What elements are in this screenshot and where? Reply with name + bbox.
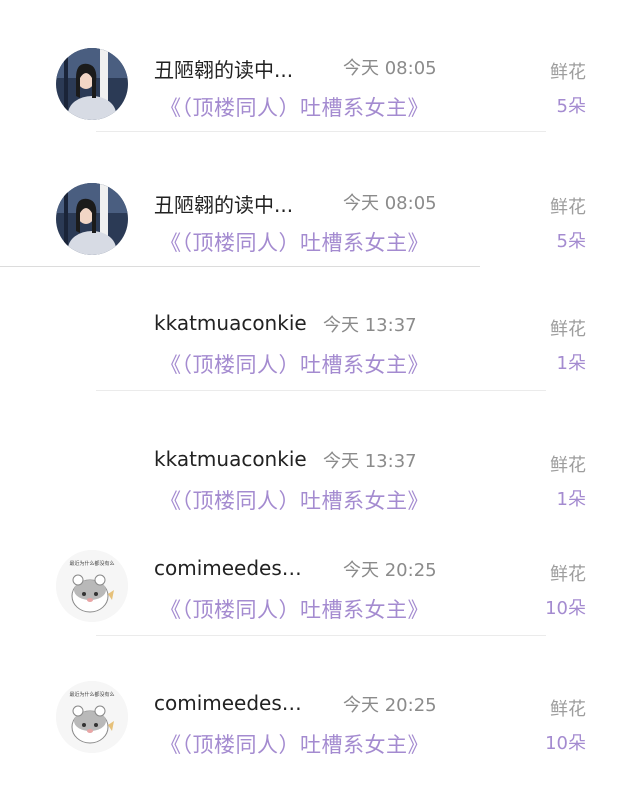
gift-type-label: 鲜花 [550, 62, 586, 83]
gift-type-label: 鲜花 [550, 699, 586, 720]
user-avatar[interactable]: 最近为什么都没有么 [56, 681, 128, 753]
hamster-caption: 最近为什么都没有么 [69, 691, 114, 698]
user-name[interactable]: 丑陋翱的读中... [154, 189, 293, 218]
girl-photo-avatar-image [56, 183, 128, 255]
timestamp: 今天 08:05 [343, 58, 437, 79]
flower-record-item[interactable]: 丑陋翱的读中... 今天 08:05 《（顶楼同人）吐槽系女主》 鲜花 5朵 [0, 40, 640, 160]
timestamp: 今天 20:25 [343, 560, 437, 581]
divider [96, 131, 546, 132]
divider [0, 266, 480, 267]
gift-count: 10朵 [545, 733, 586, 754]
gift-type-label: 鲜花 [550, 455, 586, 476]
user-name[interactable]: comimeedesga... [154, 691, 314, 715]
timestamp: 今天 20:25 [343, 695, 437, 716]
gift-count: 1朵 [556, 353, 586, 374]
book-title-link[interactable]: 《（顶楼同人）吐槽系女主》 [160, 594, 429, 624]
gift-count: 1朵 [556, 489, 586, 510]
gift-count: 5朵 [556, 96, 586, 117]
gift-count: 10朵 [545, 598, 586, 619]
user-name[interactable]: 丑陋翱的读中... [154, 54, 293, 83]
gift-count: 5朵 [556, 231, 586, 252]
user-name[interactable]: kkatmuaconkie [154, 447, 307, 471]
book-title-link[interactable]: 《（顶楼同人）吐槽系女主》 [160, 349, 429, 379]
timestamp: 今天 13:37 [323, 451, 417, 472]
hamster-sticker-avatar-image: 最近为什么都没有么 [56, 681, 128, 753]
user-avatar[interactable]: 最近为什么都没有么 [56, 550, 128, 622]
user-avatar[interactable] [56, 48, 128, 120]
flower-record-item[interactable]: 丑陋翱的读中... 今天 08:05 《（顶楼同人）吐槽系女主》 鲜花 5朵 [0, 175, 640, 295]
flower-record-item[interactable]: 最近为什么都没有么 comimeedesga... 今天 20:25 《（顶楼同… [0, 542, 640, 662]
gift-type-label: 鲜花 [550, 197, 586, 218]
user-name[interactable]: kkatmuaconkie [154, 311, 307, 335]
flower-record-item[interactable]: 最近为什么都没有么 comimeedesga... 今天 20:25 《（顶楼同… [0, 677, 640, 797]
book-title-link[interactable]: 《（顶楼同人）吐槽系女主》 [160, 227, 429, 257]
book-title-link[interactable]: 《（顶楼同人）吐槽系女主》 [160, 485, 429, 515]
hamster-caption: 最近为什么都没有么 [69, 560, 114, 567]
hamster-sticker-avatar-image: 最近为什么都没有么 [56, 550, 128, 622]
book-title-link[interactable]: 《（顶楼同人）吐槽系女主》 [160, 92, 429, 122]
gift-type-label: 鲜花 [550, 564, 586, 585]
user-avatar[interactable] [56, 183, 128, 255]
divider [96, 390, 546, 391]
book-title-link[interactable]: 《（顶楼同人）吐槽系女主》 [160, 729, 429, 759]
girl-photo-avatar-image [56, 48, 128, 120]
user-name[interactable]: comimeedesga... [154, 556, 314, 580]
flower-record-item[interactable]: kkatmuaconkie 今天 13:37 《（顶楼同人）吐槽系女主》 鲜花 … [0, 433, 640, 553]
timestamp: 今天 13:37 [323, 315, 417, 336]
timestamp: 今天 08:05 [343, 193, 437, 214]
flower-record-item[interactable]: kkatmuaconkie 今天 13:37 《（顶楼同人）吐槽系女主》 鲜花 … [0, 297, 640, 417]
divider [96, 635, 546, 636]
gift-type-label: 鲜花 [550, 319, 586, 340]
